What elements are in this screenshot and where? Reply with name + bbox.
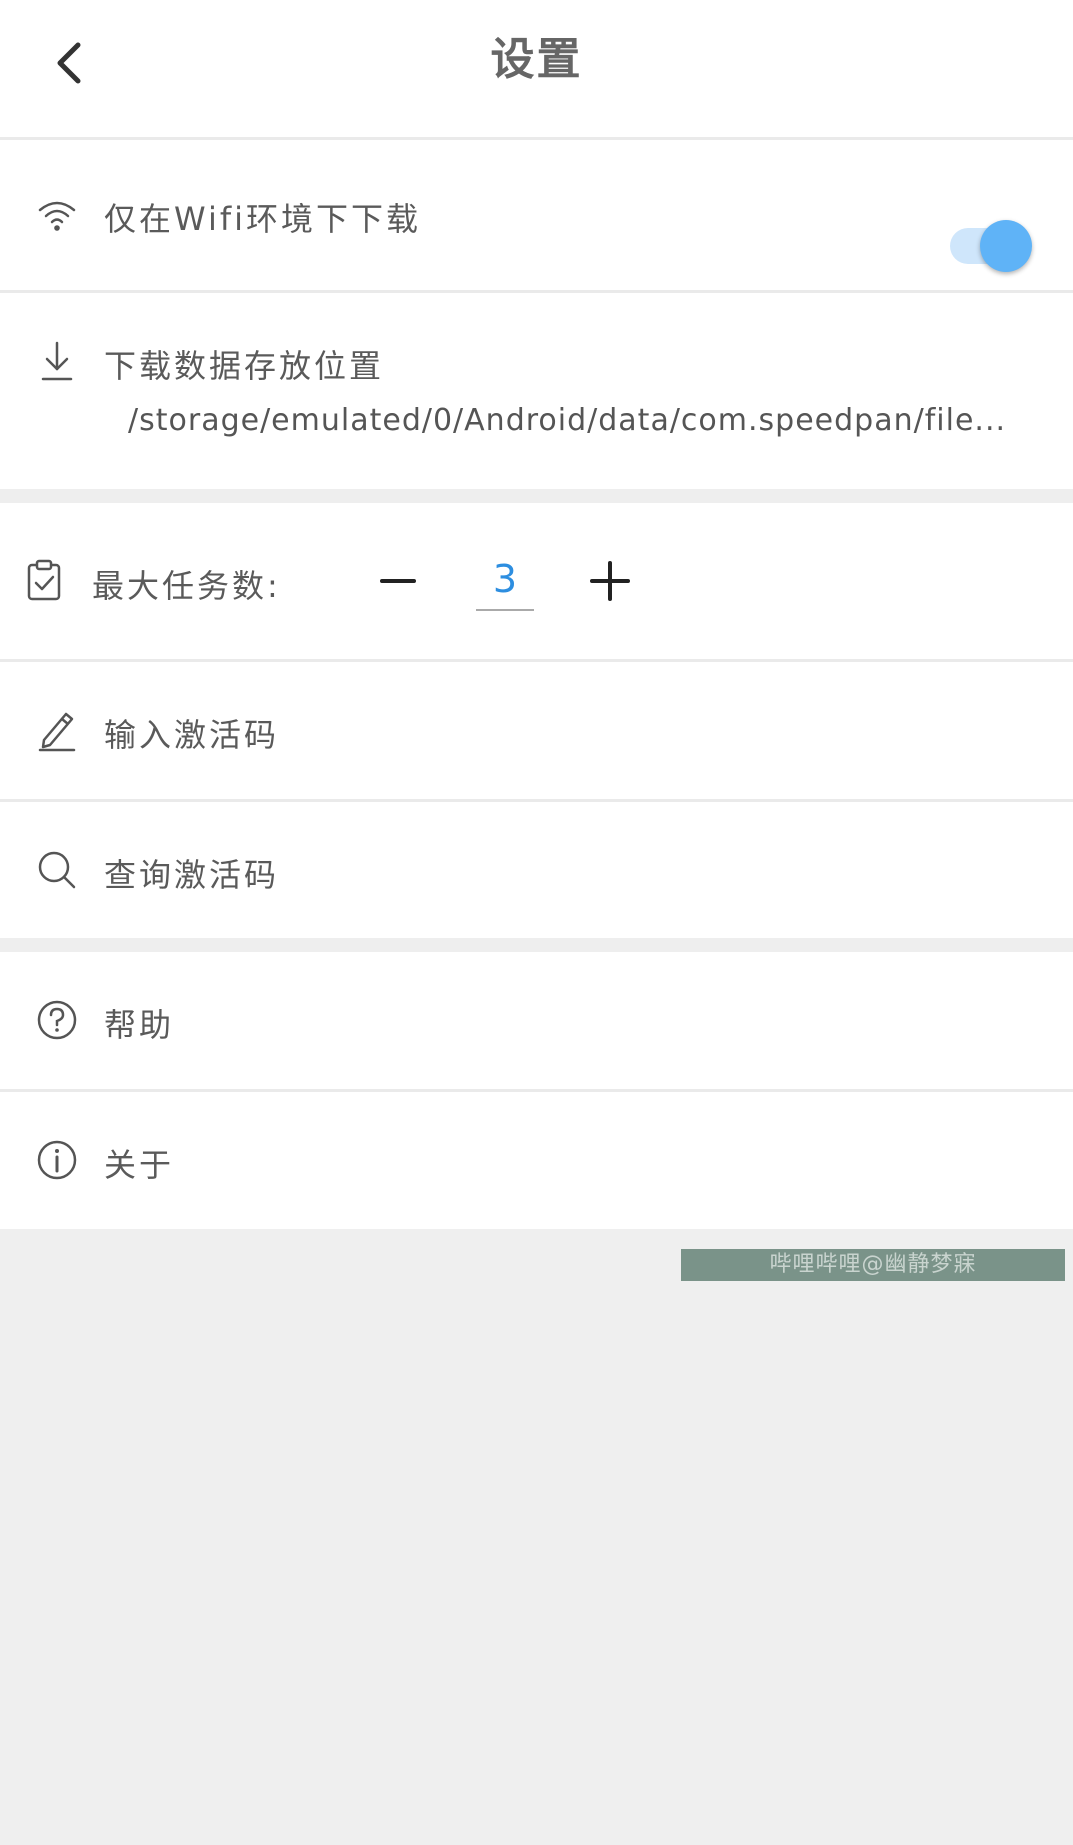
wifi-only-row[interactable]: 仅在Wifi环境下下载: [0, 140, 1073, 290]
watermark: 哔哩哔哩@幽静梦寐: [681, 1249, 1065, 1281]
download-path: /storage/emulated/0/Android/data/com.spe…: [128, 403, 1007, 438]
plus-icon: [590, 561, 630, 601]
download-location-label: 下载数据存放位置: [104, 347, 385, 385]
top-bar: 设置: [0, 0, 1073, 137]
max-tasks-row: 最大任务数: 3: [0, 503, 1073, 659]
enter-code-row[interactable]: 输入激活码: [0, 662, 1073, 799]
minus-icon: [380, 579, 416, 583]
section-divider: [0, 938, 1073, 952]
toggle-knob: [980, 220, 1032, 272]
enter-code-label: 输入激活码: [104, 716, 280, 754]
max-tasks-value[interactable]: 3: [476, 553, 534, 605]
page-title: 设置: [490, 34, 583, 85]
section-divider: [0, 489, 1073, 503]
help-row[interactable]: 帮助: [0, 952, 1073, 1089]
download-location-row[interactable]: 下载数据存放位置 /storage/emulated/0/Android/dat…: [0, 293, 1073, 489]
wifi-icon: [35, 194, 79, 238]
decrement-button[interactable]: [368, 551, 428, 611]
clipboard-check-icon: [22, 559, 66, 603]
download-icon: [35, 339, 79, 383]
value-underline: [476, 609, 534, 611]
wifi-only-label: 仅在Wifi环境下下载: [104, 200, 421, 238]
query-code-row[interactable]: 查询激活码: [0, 802, 1073, 938]
search-icon: [35, 848, 79, 892]
query-code-label: 查询激活码: [104, 856, 280, 894]
wifi-only-toggle[interactable]: [948, 210, 1032, 272]
question-circle-icon: [35, 998, 79, 1042]
increment-button[interactable]: [580, 551, 640, 611]
about-row[interactable]: 关于: [0, 1092, 1073, 1229]
pencil-icon: [35, 708, 79, 752]
about-label: 关于: [104, 1146, 175, 1184]
max-tasks-label: 最大任务数:: [92, 567, 281, 605]
help-label: 帮助: [104, 1006, 175, 1044]
info-circle-icon: [35, 1138, 79, 1182]
